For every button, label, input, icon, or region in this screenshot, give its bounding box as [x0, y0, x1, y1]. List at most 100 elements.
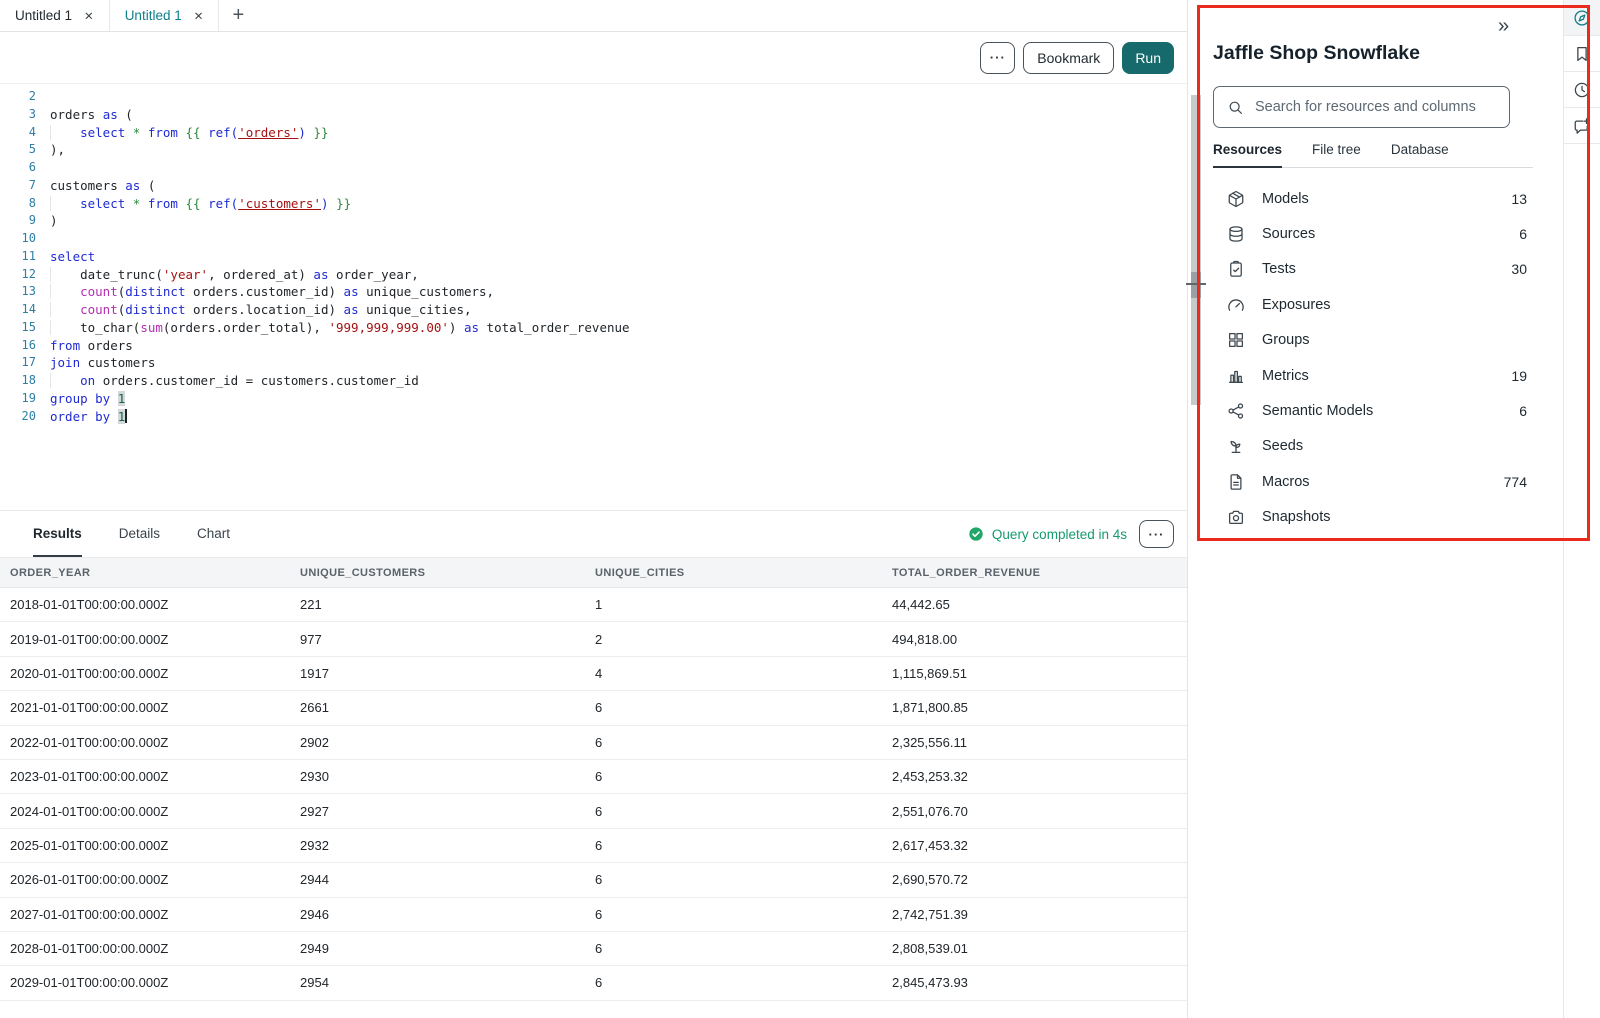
bar-chart-icon — [1227, 367, 1245, 385]
code-line-19[interactable]: 19group by 1 — [0, 390, 1187, 408]
code-line-15[interactable]: 15 to_char(sum(orders.order_total), '999… — [0, 319, 1187, 337]
code-line-16[interactable]: 16from orders — [0, 337, 1187, 355]
sidebar-tab-database[interactable]: Database — [1391, 139, 1449, 168]
code-text: join customers — [50, 354, 155, 372]
code-text: count(distinct orders.customer_id) as un… — [50, 283, 494, 301]
results-tab-bar: ResultsDetailsChart Query completed in 4… — [0, 511, 1187, 557]
code-line-8[interactable]: 8 select * from {{ ref('customers') }} — [0, 195, 1187, 213]
code-line-20[interactable]: 20order by 1 — [0, 408, 1187, 426]
table-row[interactable]: 2028-01-01T00:00:00.000Z294962,808,539.0… — [0, 932, 1187, 966]
table-row[interactable]: 2026-01-01T00:00:00.000Z294462,690,570.7… — [0, 863, 1187, 897]
table-row[interactable]: 2027-01-01T00:00:00.000Z294662,742,751.3… — [0, 898, 1187, 932]
code-line-17[interactable]: 17join customers — [0, 354, 1187, 372]
dbt-ide-window: Untitled 1✕Untitled 1✕ + ··· Bookmark Ru… — [0, 0, 1600, 1018]
resource-item-macros[interactable]: Macros774 — [1213, 464, 1529, 499]
line-number: 18 — [0, 372, 36, 390]
code-line-2[interactable]: 2 — [0, 88, 1187, 106]
editor-tab-2[interactable]: Untitled 1 ✕ — [110, 0, 220, 31]
bookmark-rail-button[interactable] — [1564, 36, 1600, 72]
code-line-14[interactable]: 14 count(distinct orders.location_id) as… — [0, 301, 1187, 319]
table-row[interactable]: 2029-01-01T00:00:00.000Z295462,845,473.9… — [0, 966, 1187, 1000]
results-tab-details[interactable]: Details — [119, 511, 160, 557]
table-row[interactable]: 2025-01-01T00:00:00.000Z293262,617,453.3… — [0, 829, 1187, 863]
code-line-3[interactable]: 3orders as ( — [0, 106, 1187, 124]
line-number: 15 — [0, 319, 36, 337]
grid-icon — [1227, 331, 1245, 349]
code-line-11[interactable]: 11 select — [0, 248, 1187, 266]
table-cell: 2,742,751.39 — [892, 907, 1187, 922]
line-number: 8 — [0, 195, 36, 213]
sidebar-tab-resources[interactable]: Resources — [1213, 139, 1282, 168]
resource-item-snapshots[interactable]: Snapshots — [1213, 500, 1529, 535]
sidebar-tab-file-tree[interactable]: File tree — [1312, 139, 1361, 168]
run-button[interactable]: Run — [1122, 42, 1174, 74]
resource-count: 6 — [1519, 403, 1529, 419]
table-cell: 6 — [595, 941, 892, 956]
table-row[interactable]: 2018-01-01T00:00:00.000Z221144,442.65 — [0, 588, 1187, 622]
table-cell: 2902 — [300, 735, 595, 750]
close-icon[interactable]: ✕ — [194, 9, 204, 23]
table-row[interactable]: 2021-01-01T00:00:00.000Z266161,871,800.8… — [0, 691, 1187, 725]
code-line-10[interactable]: 10 — [0, 230, 1187, 248]
resource-item-semantic-models[interactable]: Semantic Models6 — [1213, 393, 1529, 428]
editor-tab-1[interactable]: Untitled 1✕ — [0, 0, 110, 31]
resource-count: 774 — [1504, 474, 1529, 490]
code-line-18[interactable]: 18 on orders.customer_id = customers.cus… — [0, 372, 1187, 390]
table-cell: 2020-01-01T00:00:00.000Z — [0, 666, 300, 681]
resource-item-groups[interactable]: Groups — [1213, 323, 1529, 358]
code-line-6[interactable]: 6 — [0, 159, 1187, 177]
panel-resize-track[interactable] — [1191, 95, 1201, 405]
clipboard-check-icon — [1227, 260, 1245, 278]
resource-item-models[interactable]: Models13 — [1213, 181, 1529, 216]
new-tab-button[interactable]: + — [219, 0, 257, 31]
results-tab-results[interactable]: Results — [33, 511, 82, 557]
column-header-unique_customers[interactable]: UNIQUE_CUSTOMERS — [300, 567, 595, 579]
sql-code-editor[interactable]: 23orders as (4 select * from {{ ref('ord… — [0, 84, 1187, 510]
line-number: 11 — [0, 248, 36, 266]
resource-label: Models — [1262, 191, 1309, 207]
compass-rail-button[interactable] — [1564, 0, 1600, 36]
resource-item-exposures[interactable]: Exposures — [1213, 287, 1529, 322]
table-cell: 6 — [595, 769, 892, 784]
editor-tab-label: Untitled 1 — [125, 8, 182, 23]
resource-item-metrics[interactable]: Metrics19 — [1213, 358, 1529, 393]
panel-resize-grip[interactable] — [1191, 272, 1201, 298]
table-cell: 6 — [595, 975, 892, 990]
table-row[interactable]: 2019-01-01T00:00:00.000Z9772494,818.00 — [0, 622, 1187, 656]
code-line-4[interactable]: 4 select * from {{ ref('orders') }} — [0, 124, 1187, 142]
table-cell: 6 — [595, 804, 892, 819]
table-row[interactable]: 2023-01-01T00:00:00.000Z293062,453,253.3… — [0, 760, 1187, 794]
resource-item-sources[interactable]: Sources6 — [1213, 216, 1529, 251]
history-rail-button[interactable] — [1564, 72, 1600, 108]
column-header-order_year[interactable]: ORDER_YEAR — [0, 567, 300, 579]
table-cell: 2019-01-01T00:00:00.000Z — [0, 632, 300, 647]
table-row[interactable]: 2024-01-01T00:00:00.000Z292762,551,076.7… — [0, 794, 1187, 828]
code-line-13[interactable]: 13 count(distinct orders.customer_id) as… — [0, 283, 1187, 301]
code-line-9[interactable]: 9) — [0, 212, 1187, 230]
resource-item-seeds[interactable]: Seeds — [1213, 429, 1529, 464]
message-plus-rail-button[interactable] — [1564, 108, 1600, 144]
results-more-button[interactable]: ··· — [1139, 520, 1174, 548]
table-row[interactable]: 2022-01-01T00:00:00.000Z290262,325,556.1… — [0, 726, 1187, 760]
collapse-panel-icon[interactable]: » — [1498, 16, 1509, 36]
close-icon[interactable]: ✕ — [84, 9, 94, 23]
bookmark-icon — [1573, 45, 1591, 63]
table-cell: 2,617,453.32 — [892, 838, 1187, 853]
table-cell: 2946 — [300, 907, 595, 922]
table-row[interactable]: 2020-01-01T00:00:00.000Z191741,115,869.5… — [0, 657, 1187, 691]
code-line-5[interactable]: 5), — [0, 141, 1187, 159]
results-tab-chart[interactable]: Chart — [197, 511, 230, 557]
search-input[interactable] — [1253, 98, 1497, 116]
code-line-7[interactable]: 7customers as ( — [0, 177, 1187, 195]
code-text: select * from {{ ref('customers') }} — [50, 195, 351, 213]
line-number: 10 — [0, 230, 36, 248]
resource-item-tests[interactable]: Tests30 — [1213, 252, 1529, 287]
column-header-unique_cities[interactable]: UNIQUE_CITIES — [595, 567, 892, 579]
code-text: order by 1 — [50, 408, 127, 426]
bookmark-button[interactable]: Bookmark — [1023, 42, 1114, 74]
code-text: select — [50, 248, 95, 266]
column-header-total_order_revenue[interactable]: TOTAL_ORDER_REVENUE — [892, 567, 1187, 579]
toolbar-more-button[interactable]: ··· — [980, 42, 1015, 74]
code-line-12[interactable]: 12 date_trunc('year', ordered_at) as ord… — [0, 266, 1187, 284]
resource-search-box[interactable] — [1213, 86, 1510, 128]
